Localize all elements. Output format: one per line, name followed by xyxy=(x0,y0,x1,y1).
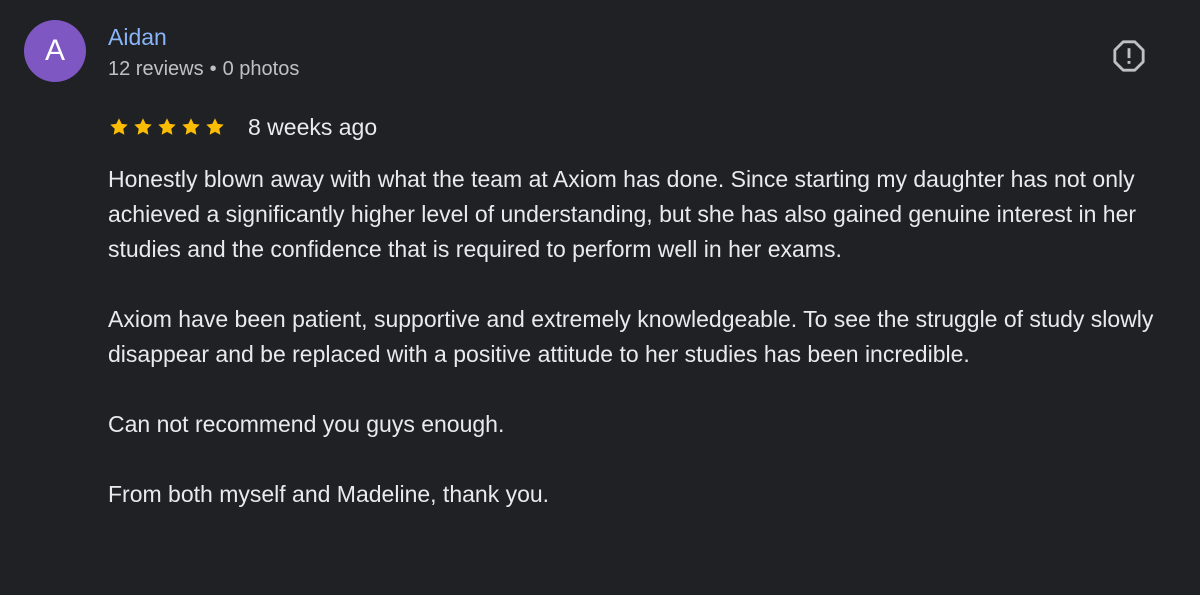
rating-row: 8 weeks ago xyxy=(108,112,377,142)
star-icon xyxy=(110,118,128,135)
review-paragraph: From both myself and Madeline, thank you… xyxy=(108,481,550,507)
report-review-button[interactable] xyxy=(1110,37,1148,75)
review-paragraph: Honestly blown away with what the team a… xyxy=(108,166,1137,262)
review-count: 12 reviews xyxy=(108,58,204,80)
avatar-initial: A xyxy=(44,34,65,67)
author-name-link[interactable]: Aidan xyxy=(108,23,167,51)
review-paragraph: Axiom have been patient, supportive and … xyxy=(108,306,1154,367)
review-date: 8 weeks ago xyxy=(248,114,378,140)
author-meta: 12 reviews • 0 photos xyxy=(108,57,299,81)
review-card: A Aidan 12 reviews • 0 photos 8 weeks ago … xyxy=(0,0,1200,595)
star-icon xyxy=(182,118,200,135)
report-icon xyxy=(1113,40,1145,72)
star-icon xyxy=(206,118,224,135)
review-paragraph: Can not recommend you guys enough. xyxy=(108,411,505,437)
star-icon xyxy=(134,118,152,135)
photo-count: 0 photos xyxy=(222,58,300,80)
review-text: Honestly blown away with what the team a… xyxy=(108,162,1168,547)
avatar[interactable]: A xyxy=(24,20,86,82)
star-rating xyxy=(108,116,226,138)
meta-separator: • xyxy=(209,58,217,80)
star-icon xyxy=(158,118,176,135)
